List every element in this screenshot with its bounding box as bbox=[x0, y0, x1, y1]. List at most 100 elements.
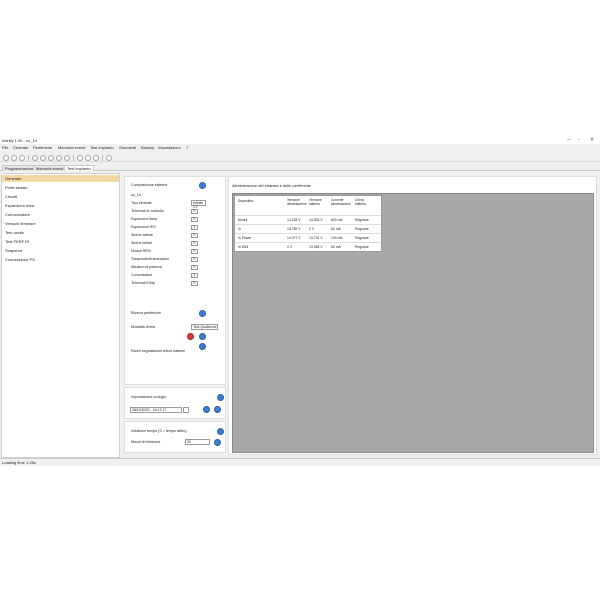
menu-impostazioni[interactable]: Impostazioni bbox=[158, 145, 180, 150]
help-icon[interactable] bbox=[106, 155, 112, 161]
inhibit-minutes-field[interactable]: 30 bbox=[185, 439, 210, 445]
row-label: Terminali di controllo bbox=[131, 209, 164, 213]
sidebar-item-porte-seriale[interactable]: Porte seriale bbox=[2, 184, 119, 191]
table-cell: 14,077 V bbox=[287, 236, 301, 240]
power-table: Dispositivo Tensione alimentazione Tensi… bbox=[234, 195, 382, 252]
toolbar-separator bbox=[28, 155, 29, 161]
clock-panel: Impostazione orologio 28/10/2020 · 16:12… bbox=[124, 387, 226, 419]
sidebar-item-connessione-ps[interactable]: Connessione PS bbox=[2, 256, 119, 263]
sidebar-item-test-perf-ir[interactable]: Test PERF IR bbox=[2, 238, 119, 245]
row-value: 1 bbox=[191, 273, 198, 278]
table-cell: 603 mA bbox=[331, 218, 343, 222]
column-header: Dispositivo bbox=[238, 199, 254, 203]
datetime-field[interactable]: 28/10/2020 · 16:12:17 bbox=[130, 407, 182, 413]
menu-memoria-eventi[interactable]: Memoria eventi bbox=[58, 145, 85, 150]
open-icon[interactable] bbox=[11, 155, 17, 161]
table-row: In WDI 0 V 13,286 V 60 mA Regolare bbox=[235, 242, 381, 251]
download-icon[interactable] bbox=[56, 155, 62, 161]
system-name: co_1h bbox=[131, 193, 141, 197]
table-cell: In Power bbox=[238, 236, 252, 240]
row-label: Moduli REM bbox=[131, 249, 151, 253]
disconnect-icon[interactable] bbox=[40, 155, 46, 161]
settings-icon[interactable] bbox=[93, 155, 99, 161]
info-icon[interactable] bbox=[199, 182, 206, 189]
table-cell: Regolare bbox=[355, 236, 369, 240]
sidebar-item-versioni-firmware[interactable]: Versioni firmware bbox=[2, 220, 119, 227]
new-icon[interactable] bbox=[3, 155, 9, 161]
info-icon[interactable] bbox=[199, 333, 206, 340]
menu-backup[interactable]: Backup bbox=[141, 145, 154, 150]
search-icon[interactable] bbox=[77, 155, 83, 161]
menu-periferiche[interactable]: Periferiche bbox=[33, 145, 52, 150]
table-cell: 13,732 V bbox=[309, 236, 323, 240]
menu-test-impianto[interactable]: Test impianto bbox=[90, 145, 114, 150]
sync-clock-icon[interactable] bbox=[203, 406, 210, 413]
table-cell: Modul bbox=[238, 218, 248, 222]
tab-bar: Programmazione Memoria eventi Test impia… bbox=[0, 164, 600, 171]
toolbar-separator bbox=[73, 155, 74, 161]
inhibit-title: Inibizione tempo (S = tempo attivo) bbox=[131, 429, 187, 433]
row-label: Tipo centrale bbox=[131, 201, 152, 205]
search-peripherals-icon[interactable] bbox=[199, 310, 206, 317]
sidebar: Generale Porte seriale Circuiti Espansio… bbox=[1, 173, 120, 458]
row-label: Espansioni IPG bbox=[131, 225, 156, 229]
sidebar-item-comunicatore[interactable]: Comunicatore bbox=[2, 211, 119, 218]
menu-help[interactable]: ? bbox=[186, 145, 188, 150]
compare-icon[interactable] bbox=[64, 155, 70, 161]
row-label: Attuatori di potenza bbox=[131, 265, 162, 269]
connect-icon[interactable] bbox=[32, 155, 38, 161]
row-value: 0 bbox=[191, 249, 198, 254]
status-text: Loading time 1,25s bbox=[2, 460, 36, 465]
column-header: Corrente alimentazione bbox=[331, 198, 351, 206]
row-value: 0 bbox=[191, 217, 198, 222]
row-label: Terminali Ethtp bbox=[131, 281, 155, 285]
maximize-icon[interactable]: ▫ bbox=[578, 137, 580, 143]
set-clock-icon[interactable] bbox=[214, 406, 221, 413]
menu-centrale[interactable]: Centrale bbox=[13, 145, 28, 150]
row-value: 0 bbox=[191, 241, 198, 246]
sidebar-item-generale[interactable]: Generale bbox=[2, 175, 119, 182]
row-value: 0 bbox=[191, 281, 198, 286]
column-header: Tensione batteria bbox=[309, 198, 322, 206]
calendar-icon[interactable] bbox=[183, 407, 189, 413]
info-icon[interactable] bbox=[217, 428, 224, 435]
row-label: Comunicatori bbox=[131, 273, 153, 277]
info-icon[interactable] bbox=[199, 343, 206, 350]
title-bar: Infinity 1.00 - co_1h – ▫ ✕ bbox=[0, 136, 600, 144]
system-composition-panel: Composizione sistema co_1h Tipo centrale… bbox=[124, 176, 226, 385]
column-header: Check batteria bbox=[355, 198, 366, 206]
table-cell: 14,063 V bbox=[309, 218, 323, 222]
tab-test-impianto[interactable]: Test impianto bbox=[64, 165, 94, 171]
diagnostic-label: Ricevi segnalazioni check batterie bbox=[131, 349, 186, 353]
row-label: Sirene infilati bbox=[131, 241, 152, 245]
info-icon[interactable] bbox=[217, 394, 224, 401]
status-bar: Loading time 1,25s bbox=[0, 458, 600, 466]
print-icon[interactable] bbox=[85, 155, 91, 161]
row-label: Sirene cablati bbox=[131, 233, 153, 237]
sidebar-item-test-uscite[interactable]: Test uscite bbox=[2, 229, 119, 236]
row-label: Trasponder/transceptori bbox=[131, 257, 170, 261]
table-cell: 60 mA bbox=[331, 245, 341, 249]
row-value: 1 bbox=[191, 225, 198, 230]
table-cell: 13,286 V bbox=[309, 245, 323, 249]
upload-icon[interactable] bbox=[48, 155, 54, 161]
table-cell: 0 V bbox=[309, 227, 315, 231]
apply-inhibit-icon[interactable] bbox=[214, 439, 221, 446]
menu-strumenti[interactable]: Strumenti bbox=[119, 145, 136, 150]
table-cell: 13,789 V bbox=[287, 227, 301, 231]
table-cell: Regolare bbox=[355, 245, 369, 249]
close-icon[interactable]: ✕ bbox=[590, 137, 594, 143]
table-cell: In WDI bbox=[238, 245, 249, 249]
power-table-area: Dispositivo Tensione alimentazione Tensi… bbox=[232, 193, 594, 453]
application-window: Infinity 1.00 - co_1h – ▫ ✕ File Central… bbox=[0, 136, 600, 466]
minimize-icon[interactable]: – bbox=[567, 137, 570, 143]
sidebar-item-espansioni-linea[interactable]: Espansioni linea bbox=[2, 202, 119, 209]
menu-file[interactable]: File bbox=[2, 145, 8, 150]
tab-memoria-eventi[interactable]: Memoria eventi bbox=[33, 165, 67, 171]
sidebar-item-circuiti[interactable]: Circuiti bbox=[2, 193, 119, 200]
row-value: 0 bbox=[191, 257, 198, 262]
sidebar-item-snapshot[interactable]: Snapshot bbox=[2, 247, 119, 254]
table-row: Modul 14,228 V 14,063 V 603 mA Regolare bbox=[235, 215, 381, 224]
tester-model-select[interactable]: Test Quattrovie bbox=[191, 324, 218, 330]
save-icon[interactable] bbox=[19, 155, 25, 161]
